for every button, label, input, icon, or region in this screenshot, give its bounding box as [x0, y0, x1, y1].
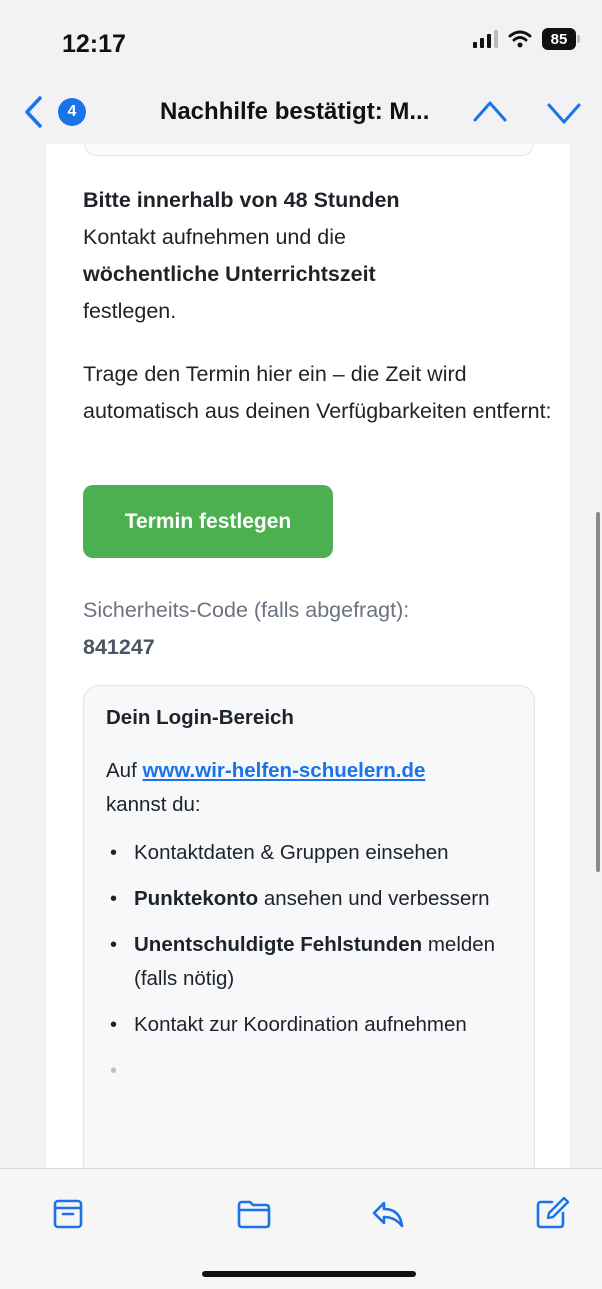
list-item: Kontaktdaten & Gruppen einsehen: [106, 836, 516, 870]
reply-icon[interactable]: [370, 1197, 406, 1231]
wifi-icon: [508, 30, 532, 48]
mail-screen: 12:17 85 4 Nachhilfe bestätigt: M... Bit…: [0, 0, 602, 1289]
list-item: Unentschuldigte Fehlstunden melden (fall…: [106, 928, 516, 996]
login-feature-list: Kontaktdaten & Gruppen einsehen Punkteko…: [106, 836, 516, 1100]
status-bar: 12:17 85: [0, 0, 602, 80]
weekly-time-text: wöchentliche Unterrichtszeit: [83, 262, 376, 286]
list-item-bold: Punktekonto: [134, 887, 259, 910]
list-item: Kontakt zur Koordination aufnehmen: [106, 1008, 516, 1042]
battery-level: 85: [550, 30, 568, 48]
appointment-paragraph: Trage den Termin hier ein – die Zeit wir…: [83, 362, 552, 423]
list-item-text: Kontakt zur Koordination aufnehmen: [134, 1013, 467, 1036]
set-text: festlegen.: [83, 299, 177, 323]
compose-icon[interactable]: [534, 1197, 570, 1231]
list-item: Punktekonto ansehen und verbessern: [106, 882, 516, 916]
list-item-bold: Unentschuldigte Fehlstunden: [134, 933, 423, 956]
next-message-icon[interactable]: [546, 100, 582, 126]
login-intro-prefix: Auf: [106, 759, 137, 782]
message-nav-bar: 4 Nachhilfe bestätigt: M...: [0, 80, 602, 144]
move-folder-icon[interactable]: [236, 1197, 272, 1231]
login-intro: Auf www.wir-helfen-schuelern.de kannst d…: [106, 754, 516, 822]
battery-icon: 85: [542, 28, 580, 50]
list-item-text: ansehen und verbessern: [258, 887, 490, 910]
login-area-box: Dein Login-Bereich Auf www.wir-helfen-sc…: [83, 685, 535, 1168]
security-code-label: Sicherheits-Code (falls abgefragt):: [83, 598, 410, 622]
archive-icon[interactable]: [50, 1197, 86, 1231]
instruction-paragraph: Bitte innerhalb von 48 Stunden Kontakt a…: [83, 182, 553, 330]
set-appointment-button[interactable]: Termin festlegen: [83, 485, 333, 558]
list-item-text: Kontaktdaten & Gruppen einsehen: [134, 841, 449, 864]
previous-box-edge: [84, 144, 534, 156]
deadline-text: Bitte innerhalb von 48 Stunden: [83, 188, 400, 212]
email-body[interactable]: Bitte innerhalb von 48 Stunden Kontakt a…: [46, 144, 570, 1168]
status-icons: 85: [473, 28, 580, 50]
contact-text: Kontakt aufnehmen und die: [83, 225, 346, 249]
login-box-title: Dein Login-Bereich: [106, 706, 294, 729]
home-indicator[interactable]: [202, 1271, 416, 1277]
scrollbar[interactable]: [596, 512, 600, 872]
signal-icon: [473, 30, 498, 48]
status-time: 12:17: [62, 30, 126, 58]
back-chevron-icon[interactable]: [22, 95, 46, 129]
login-intro-suffix: kannst du:: [106, 793, 201, 816]
list-item-partial: [106, 1054, 516, 1088]
previous-message-icon[interactable]: [472, 98, 508, 124]
security-code-value: 841247: [83, 635, 155, 659]
website-link[interactable]: www.wir-helfen-schuelern.de: [142, 759, 425, 782]
message-subject: Nachhilfe bestätigt: M...: [160, 98, 430, 125]
unread-count-badge[interactable]: 4: [58, 98, 86, 126]
